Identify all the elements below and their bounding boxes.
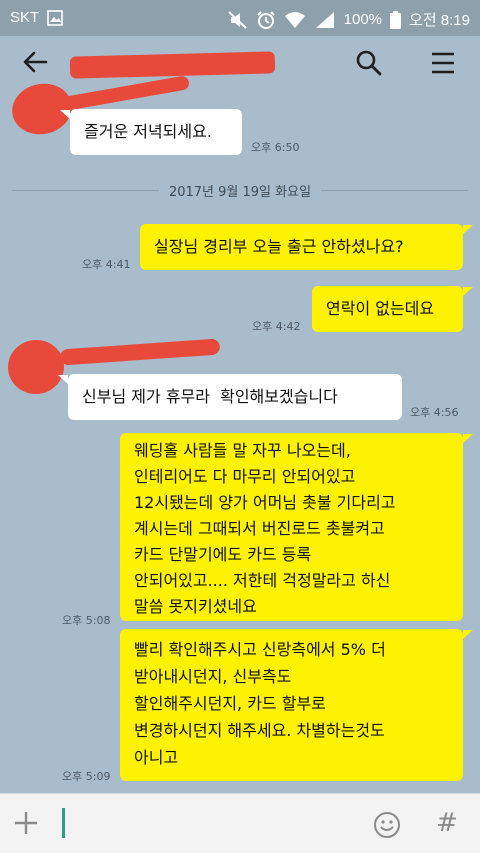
message-time: 오후 4:56	[410, 406, 459, 419]
battery-percent: 100%	[343, 11, 383, 28]
message-input[interactable]	[52, 802, 342, 844]
attach-button[interactable]	[12, 809, 40, 837]
message-time: 오후 6:50	[251, 141, 300, 154]
signal-icon	[314, 11, 336, 29]
redacted-sender-name	[59, 338, 221, 366]
message-bubble-incoming[interactable]: 신부님 제가 휴무라 확인해보겠습니다	[68, 374, 402, 420]
message-bubble-outgoing[interactable]: 빨리 확인해주시고 신랑측에서 5% 더 받아내시던지, 신부측도 할인해주시던…	[120, 629, 463, 781]
bubble-tail	[463, 630, 473, 639]
chat-messages[interactable]: 즐거운 저녁되세요. 오후 6:50 2017년 9월 19일 화요일 실장님 …	[0, 75, 480, 793]
chat-header	[0, 36, 480, 88]
bubble-tail	[60, 110, 70, 119]
clock: 오전 8:19	[409, 12, 470, 29]
date-divider-label: 2017년 9월 19일 화요일	[158, 185, 322, 200]
redacted-avatar	[4, 336, 68, 398]
message-time: 오후 5:08	[62, 614, 111, 627]
bubble-tail	[463, 287, 473, 296]
wifi-icon	[284, 11, 306, 29]
bubble-tail	[463, 434, 473, 443]
back-arrow-icon	[23, 51, 48, 73]
emoticon-button[interactable]	[372, 810, 402, 840]
hashtag-search-button[interactable]: #	[432, 806, 462, 840]
redacted-chat-title	[69, 51, 276, 79]
gallery-notification-icon	[47, 9, 63, 26]
message-time: 오후 4:42	[252, 320, 301, 333]
message-bubble-outgoing[interactable]: 실장님 경리부 오늘 출근 안하셨나요?	[140, 224, 463, 270]
bubble-tail	[463, 225, 473, 234]
hamburger-menu-icon	[432, 52, 454, 74]
menu-button[interactable]	[428, 48, 458, 78]
carrier-label: SKT	[10, 9, 40, 26]
mute-icon	[227, 10, 248, 29]
message-input-bar: #	[0, 793, 480, 853]
message-time: 오후 4:41	[82, 258, 131, 271]
message-bubble-incoming[interactable]: 즐거운 저녁되세요.	[70, 109, 242, 155]
alarm-icon	[256, 10, 276, 30]
search-icon	[356, 50, 382, 76]
date-divider: 2017년 9월 19일 화요일	[0, 180, 480, 200]
text-cursor	[62, 808, 65, 838]
bubble-tail	[58, 375, 68, 384]
battery-icon	[390, 10, 402, 29]
plus-icon	[15, 812, 37, 834]
smiley-icon	[374, 812, 400, 838]
back-button[interactable]	[20, 47, 52, 77]
message-bubble-outgoing[interactable]: 연락이 없는데요	[312, 286, 463, 332]
status-bar: SKT 100% 오전 8:19	[0, 0, 480, 36]
message-time: 오후 5:09	[62, 770, 111, 783]
search-button[interactable]	[354, 48, 384, 78]
message-bubble-outgoing[interactable]: 웨딩홀 사람들 말 자꾸 나오는데, 인테리어도 다 마무리 안되어있고 12시…	[120, 433, 463, 621]
